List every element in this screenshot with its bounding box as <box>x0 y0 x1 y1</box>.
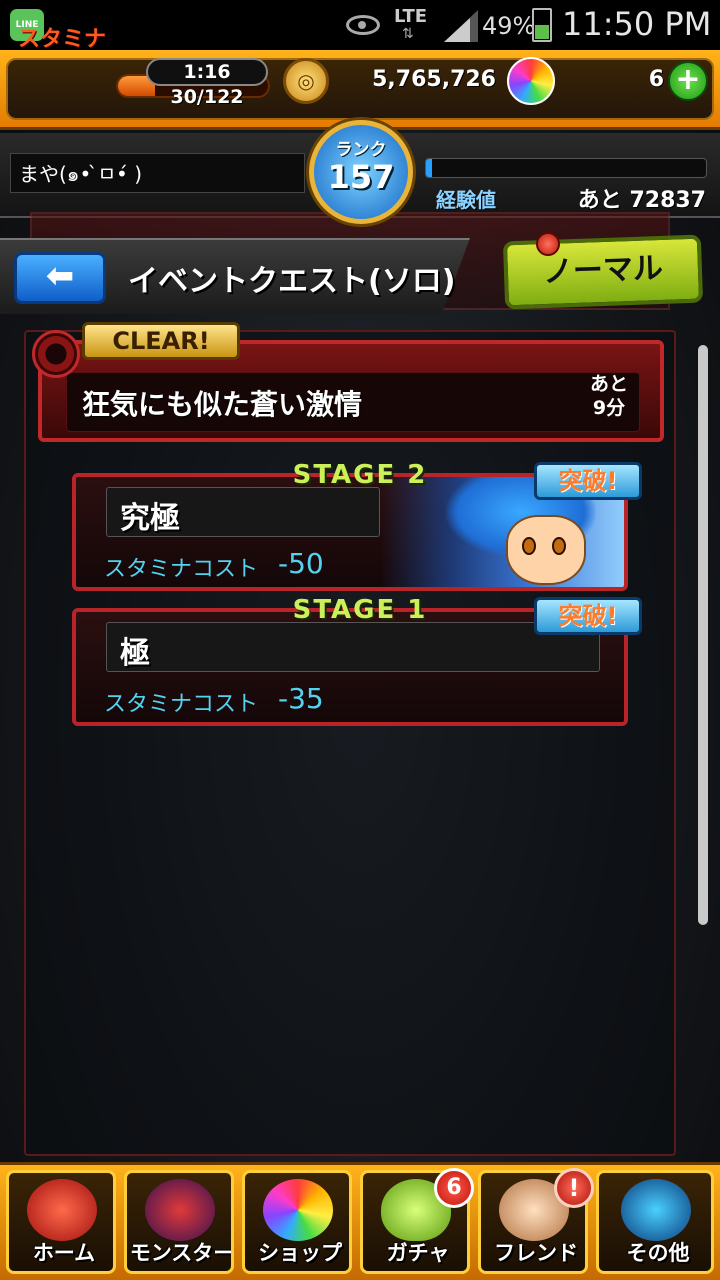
eye-icon <box>346 15 380 35</box>
page-title: イベントクエスト(ソロ) <box>128 264 456 299</box>
clock: 11:50 PM <box>562 5 712 43</box>
nav-shop[interactable]: ショップ <box>242 1170 352 1274</box>
exp-remaining: あと 72837 <box>577 188 706 213</box>
breakthrough-badge: 突破! <box>534 597 642 635</box>
nav-label: ホーム <box>32 1241 96 1265</box>
friend-alert-badge: ! <box>554 1168 594 1208</box>
exp-fill <box>426 159 432 177</box>
event-name: 狂気にも似た蒼い激情 <box>82 388 363 421</box>
orb-icon <box>507 57 555 105</box>
stage-name: 究極 <box>120 501 180 536</box>
buy-orb-button[interactable]: + <box>668 61 708 101</box>
gold-value: 5,765,726 <box>372 67 496 92</box>
orb-count: 6 <box>648 67 664 92</box>
nav-label: その他 <box>626 1241 690 1265</box>
stamina-label: スタミナ <box>18 27 107 52</box>
stamina-cost-label: スタミナコスト <box>104 557 259 582</box>
scroll-thumb[interactable] <box>698 345 708 925</box>
character-eye <box>552 537 566 555</box>
battery-icon <box>532 8 552 42</box>
nav-monster[interactable]: モンスター <box>124 1170 234 1274</box>
orb-shop-icon <box>263 1179 333 1241</box>
exp-label: 経験値 <box>436 188 496 212</box>
difficulty-toggle[interactable]: ノーマル <box>502 234 704 310</box>
rank-value: 157 <box>327 158 395 196</box>
stamina-cost-value: -50 <box>278 547 324 580</box>
player-name: まや(๑• ̀ㅁ•́ ) <box>10 153 305 193</box>
stage-name-box <box>106 622 600 672</box>
back-button[interactable]: ⬅ <box>14 252 106 304</box>
pin-icon <box>536 232 560 256</box>
radar-icon <box>621 1179 691 1241</box>
stage-label: STAGE 1 <box>292 595 428 625</box>
exp-bar <box>425 158 707 178</box>
character-eye <box>522 537 536 555</box>
time-remaining: あと 9分 <box>589 373 628 419</box>
nav-home[interactable]: ホーム <box>6 1170 116 1274</box>
home-dragon-icon <box>27 1179 97 1241</box>
scrollbar[interactable] <box>698 345 708 925</box>
clear-badge: CLEAR! <box>82 322 240 360</box>
stamina-cost-value: -35 <box>278 682 324 715</box>
stamina-cost-label: スタミナコスト <box>104 692 259 717</box>
rank-label: ランク <box>335 140 387 160</box>
data-arrows-icon: ⇅ <box>402 26 414 42</box>
stage-name: 極 <box>120 636 150 671</box>
stamina-value: 30/122 <box>170 86 244 108</box>
stage-label: STAGE 2 <box>292 460 428 490</box>
rank-badge: ランク 157 <box>309 120 413 224</box>
nav-label: フレンド <box>494 1241 578 1265</box>
gacha-count-badge: 6 <box>434 1168 474 1208</box>
status-bar: LINE LTE ⇅ 49% 11:50 PM <box>0 0 720 50</box>
battery-percent: 49% <box>482 12 536 40</box>
stamina-timer: 1:16 <box>146 58 268 86</box>
signal-icon <box>444 10 478 42</box>
screen: LINE LTE ⇅ 49% 11:50 PM スタミナ 1:16 30/122… <box>0 0 720 1280</box>
quest-list-panel <box>24 330 676 1156</box>
character-face <box>506 515 586 585</box>
nav-label: ショップ <box>258 1241 342 1265</box>
breakthrough-badge: 突破! <box>534 462 642 500</box>
nav-label: モンスター <box>129 1241 234 1265</box>
monster-icon <box>145 1179 215 1241</box>
nav-other[interactable]: その他 <box>596 1170 714 1274</box>
nav-label: ガチャ <box>386 1241 450 1265</box>
gear-icon <box>32 330 80 378</box>
network-type: LTE <box>394 6 428 27</box>
gold-coin-icon: ◎ <box>283 58 329 104</box>
